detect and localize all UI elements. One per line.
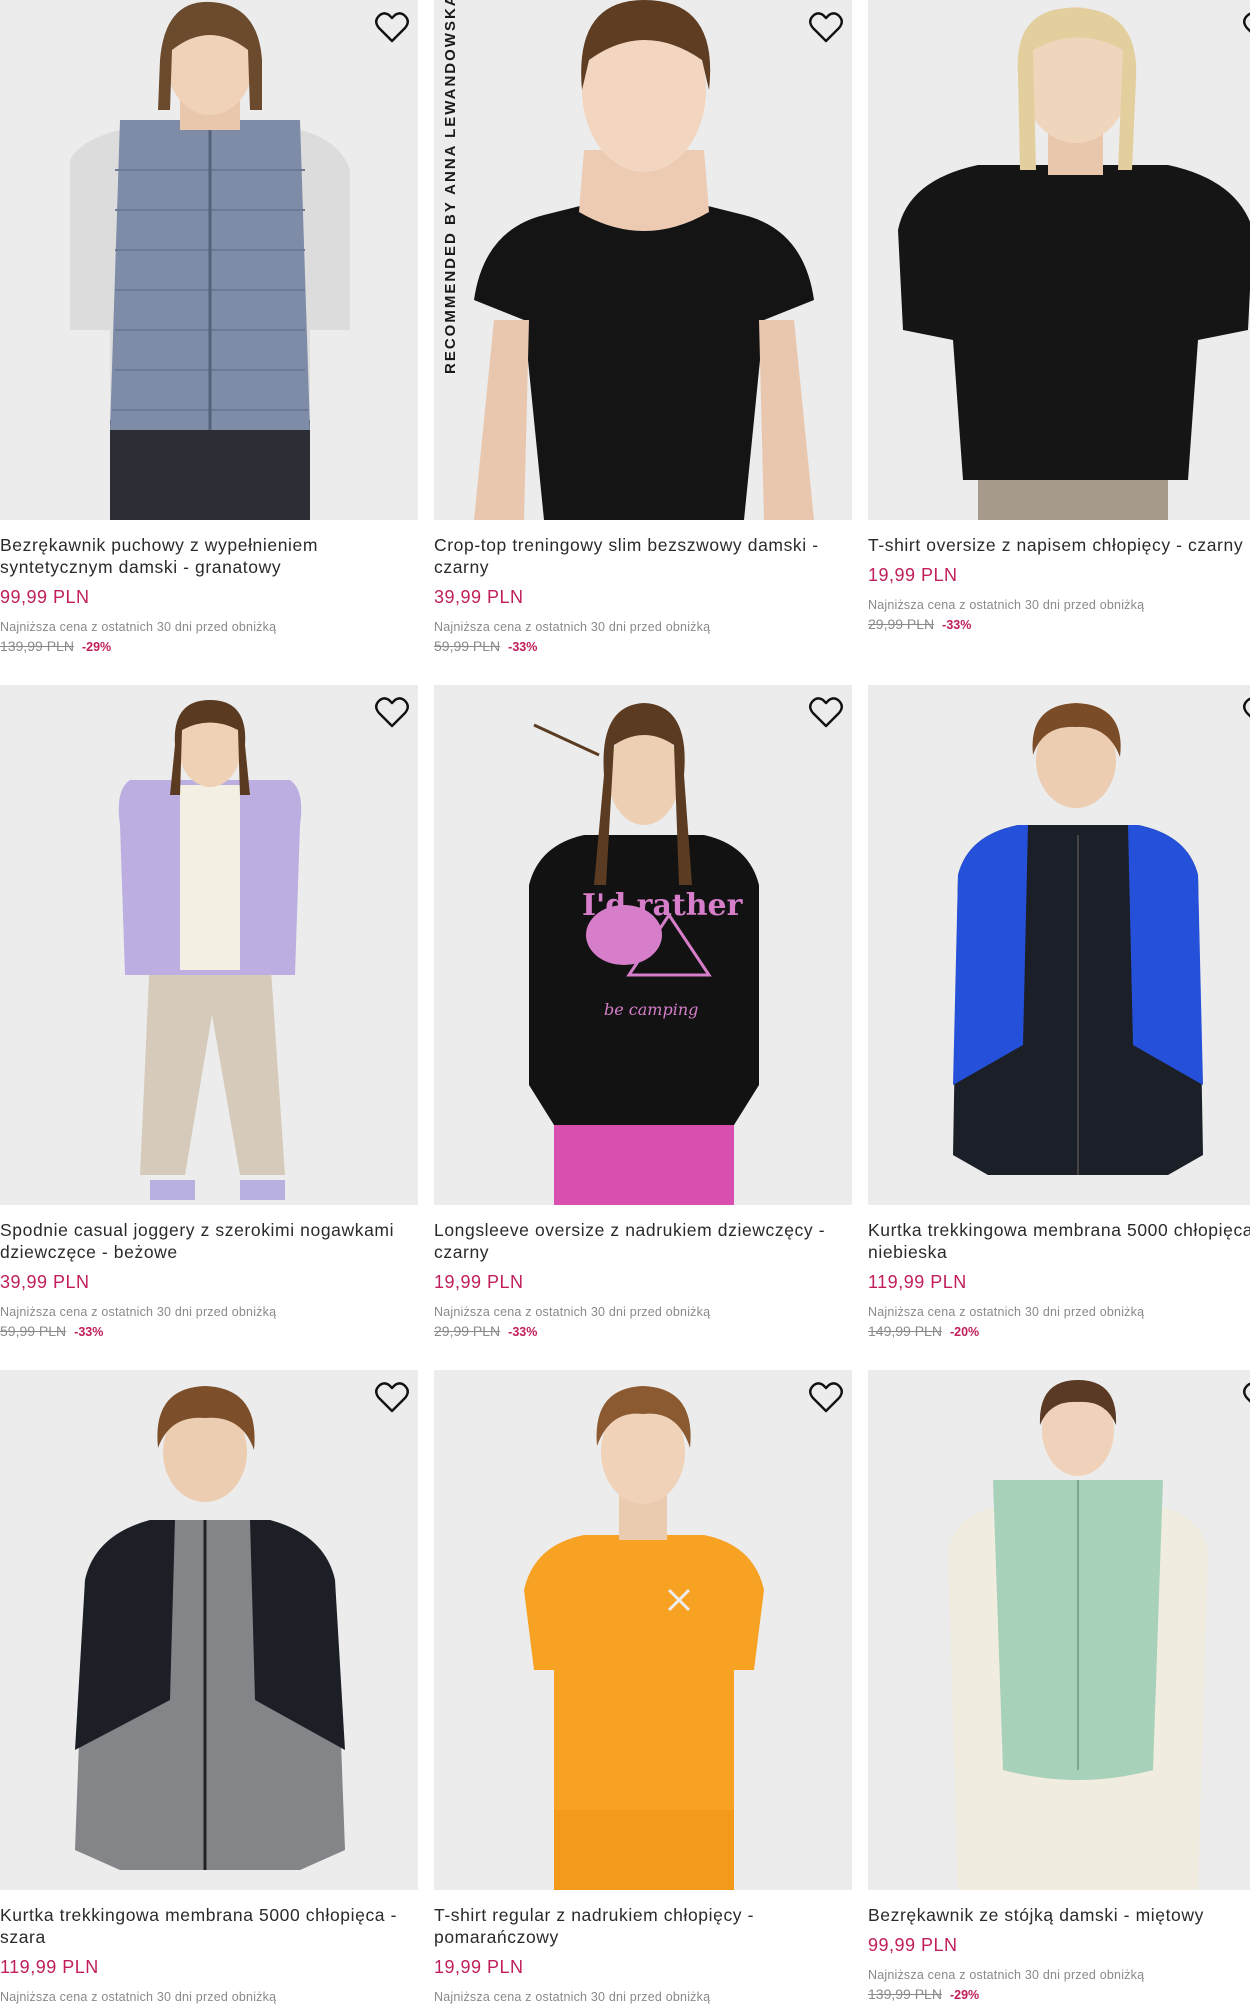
- product-title[interactable]: T-shirt oversize z napisem chłopięcy - c…: [868, 534, 1250, 556]
- lowest-price-label: Najniższa cena z ostatnich 30 dni przed …: [434, 1990, 711, 2004]
- product-title[interactable]: T-shirt regular z nadrukiem chłopięcy - …: [434, 1904, 864, 1948]
- product-card[interactable]: Bezrękawnik puchowy z wypełnieniem synte…: [0, 0, 418, 654]
- old-price-row: 59,99 PLN -33%: [0, 1323, 418, 1339]
- product-card[interactable]: Spodnie casual joggery z szerokimi nogaw…: [0, 685, 418, 1339]
- product-price: 39,99 PLN: [0, 1272, 90, 1292]
- print-text: I'd rather: [582, 888, 744, 923]
- discount-badge: -29%: [81, 640, 112, 654]
- discount-badge: -29%: [949, 1988, 980, 2002]
- product-card[interactable]: RECOMMENDED BY ANNA LEWANDOWSKA Crop-top…: [434, 0, 852, 654]
- lowest-price-label: Najniższa cena z ostatnich 30 dni przed …: [868, 1305, 1145, 1319]
- product-card[interactable]: Bezrękawnik ze stójką damski - miętowy 9…: [868, 1370, 1250, 2002]
- product-image[interactable]: I'd rather be camping: [434, 685, 852, 1205]
- product-image[interactable]: [0, 685, 418, 1205]
- product-title[interactable]: Bezrękawnik ze stójką damski - miętowy: [868, 1904, 1250, 1926]
- wishlist-heart-icon[interactable]: [808, 695, 844, 729]
- product-image[interactable]: [868, 0, 1250, 520]
- wishlist-heart-icon[interactable]: [374, 695, 410, 729]
- wishlist-heart-icon[interactable]: [374, 1380, 410, 1414]
- product-card[interactable]: T-shirt oversize z napisem chłopięcy - c…: [868, 0, 1250, 632]
- discount-badge: -33%: [508, 640, 538, 654]
- wishlist-heart-icon[interactable]: [808, 1380, 844, 1414]
- product-price: 119,99 PLN: [0, 1957, 99, 1977]
- product-image[interactable]: RECOMMENDED BY ANNA LEWANDOWSKA: [434, 0, 852, 520]
- product-image[interactable]: [434, 1370, 852, 1890]
- product-title[interactable]: Spodnie casual joggery z szerokimi nogaw…: [0, 1219, 430, 1263]
- product-card[interactable]: I'd rather be camping Longsleeve oversiz…: [434, 685, 852, 1339]
- product-title[interactable]: Kurtka trekkingowa membrana 5000 chłopię…: [0, 1904, 430, 1948]
- discount-badge: -33%: [74, 1325, 104, 1339]
- recommended-badge: RECOMMENDED BY ANNA LEWANDOWSKA: [442, 0, 459, 374]
- old-price-row: 139,99 PLN -29%: [0, 638, 418, 654]
- old-price: 29,99 PLN: [434, 1323, 501, 1339]
- product-card[interactable]: Kurtka trekkingowa membrana 5000 chłopię…: [868, 685, 1250, 1339]
- product-title[interactable]: Longsleeve oversize z nadrukiem dziewczę…: [434, 1219, 864, 1263]
- wishlist-heart-icon[interactable]: [1242, 695, 1250, 729]
- lowest-price-label: Najniższa cena z ostatnich 30 dni przed …: [868, 598, 1145, 612]
- old-price-row: 59,99 PLN -33%: [434, 638, 852, 654]
- product-price: 19,99 PLN: [434, 1957, 524, 1977]
- lowest-price-label: Najniższa cena z ostatnich 30 dni przed …: [0, 1990, 277, 2004]
- old-price-row: 29,99 PLN -33%: [868, 616, 1250, 632]
- product-card[interactable]: Kurtka trekkingowa membrana 5000 chłopię…: [0, 1370, 418, 2004]
- product-image[interactable]: [0, 1370, 418, 1890]
- old-price: 59,99 PLN: [434, 638, 501, 654]
- old-price: 149,99 PLN: [868, 1323, 942, 1339]
- product-price: 119,99 PLN: [868, 1272, 967, 1292]
- lowest-price-label: Najniższa cena z ostatnich 30 dni przed …: [434, 1305, 711, 1319]
- lowest-price-label: Najniższa cena z ostatnich 30 dni przed …: [0, 620, 277, 634]
- old-price-row: 149,99 PLN -20%: [868, 1323, 1250, 1339]
- discount-badge: -33%: [942, 618, 972, 632]
- wishlist-heart-icon[interactable]: [374, 10, 410, 44]
- lowest-price-label: Najniższa cena z ostatnich 30 dni przed …: [868, 1968, 1145, 1982]
- product-image[interactable]: [868, 685, 1250, 1205]
- wishlist-heart-icon[interactable]: [1242, 10, 1250, 44]
- print-subtext: be camping: [604, 1000, 698, 1019]
- old-price: 139,99 PLN: [868, 1986, 942, 2002]
- discount-badge: -33%: [508, 1325, 538, 1339]
- old-price: 59,99 PLN: [0, 1323, 67, 1339]
- product-title[interactable]: Kurtka trekkingowa membrana 5000 chłopię…: [868, 1219, 1250, 1263]
- product-price: 99,99 PLN: [0, 587, 90, 607]
- old-price: 29,99 PLN: [868, 616, 935, 632]
- lowest-price-label: Najniższa cena z ostatnich 30 dni przed …: [434, 620, 711, 634]
- wishlist-heart-icon[interactable]: [1242, 1380, 1250, 1414]
- old-price: 139,99 PLN: [0, 638, 74, 654]
- old-price-row: 29,99 PLN -33%: [434, 1323, 852, 1339]
- old-price-row: 139,99 PLN -29%: [868, 1986, 1250, 2002]
- product-image[interactable]: [0, 0, 418, 520]
- product-title[interactable]: Crop-top treningowy slim bezszwowy damsk…: [434, 534, 864, 578]
- lowest-price-label: Najniższa cena z ostatnich 30 dni przed …: [0, 1305, 277, 1319]
- product-image[interactable]: [868, 1370, 1250, 1890]
- wishlist-heart-icon[interactable]: [808, 10, 844, 44]
- product-price: 39,99 PLN: [434, 587, 524, 607]
- product-title[interactable]: Bezrękawnik puchowy z wypełnieniem synte…: [0, 534, 430, 578]
- discount-badge: -20%: [949, 1325, 980, 1339]
- product-card[interactable]: T-shirt regular z nadrukiem chłopięcy - …: [434, 1370, 852, 2004]
- product-price: 19,99 PLN: [868, 565, 958, 585]
- product-price: 19,99 PLN: [434, 1272, 524, 1292]
- product-price: 99,99 PLN: [868, 1935, 958, 1955]
